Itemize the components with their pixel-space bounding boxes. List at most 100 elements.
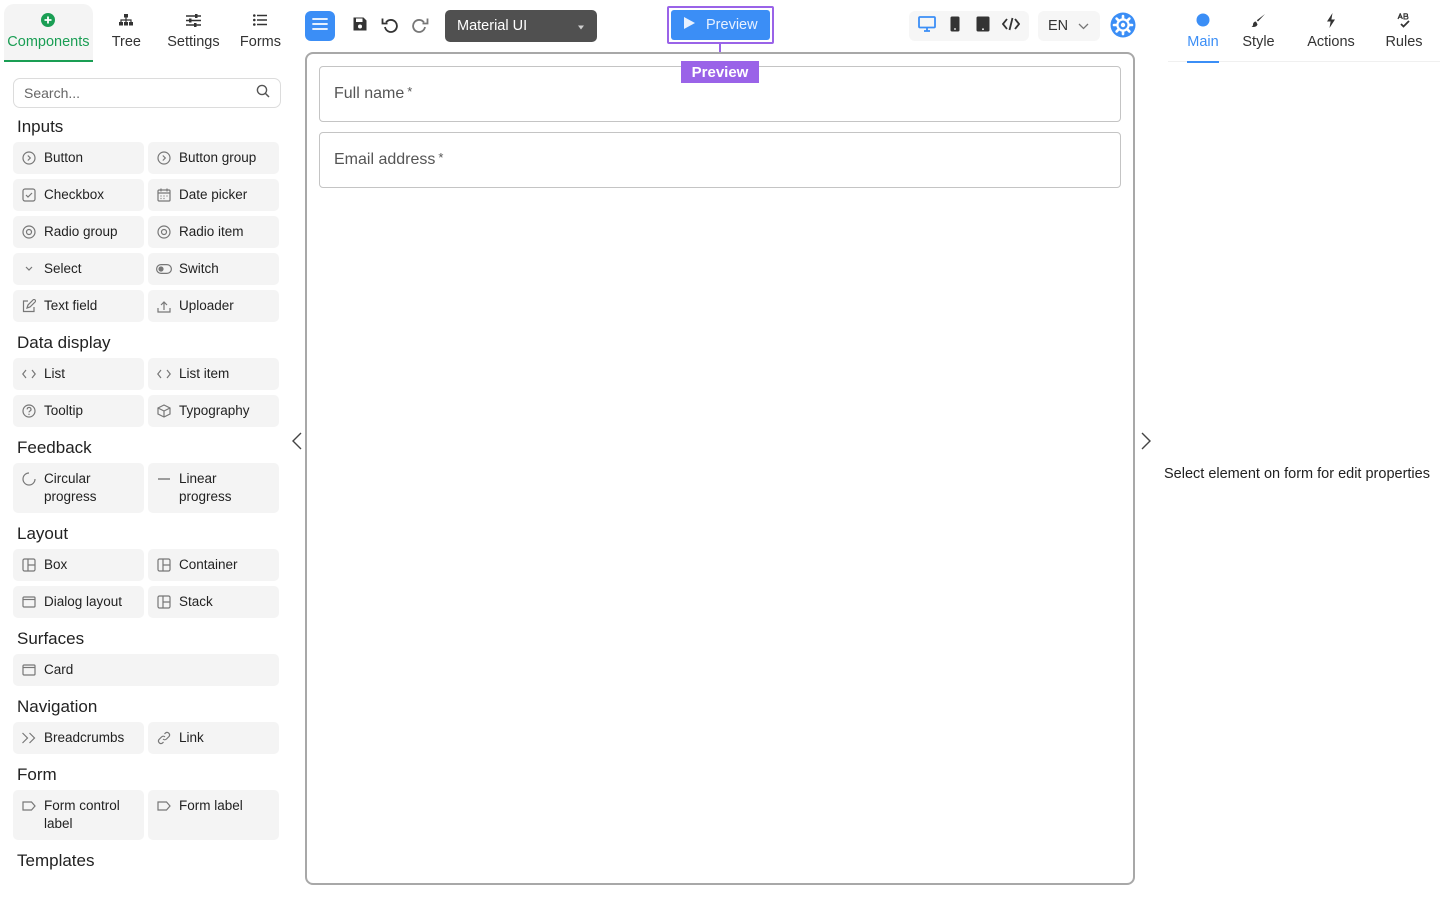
redo-button[interactable]: [408, 14, 432, 38]
group-title-navigation: Navigation: [17, 697, 98, 716]
group-title-form: Form: [17, 765, 57, 784]
tab-actions[interactable]: Actions: [1300, 4, 1362, 62]
form-canvas[interactable]: Full name * Email address *: [305, 52, 1135, 885]
component-text-field[interactable]: Text field: [13, 290, 144, 322]
tab-tree[interactable]: Tree: [93, 4, 160, 62]
email-address-field[interactable]: Email address *: [319, 132, 1121, 188]
component-breadcrumbs[interactable]: Breadcrumbs: [13, 722, 144, 754]
component-switch[interactable]: Switch: [148, 253, 279, 285]
list-icon: [253, 12, 268, 28]
component-tooltip[interactable]: Tooltip: [13, 395, 144, 427]
cube-icon: [156, 402, 172, 420]
radio-icon: [156, 223, 172, 241]
label-tag-icon: [21, 797, 37, 815]
component-button-group[interactable]: Button group: [148, 142, 279, 174]
tab-label: Tree: [111, 34, 141, 50]
radio-icon: [21, 223, 37, 241]
layout-icon: [156, 593, 172, 611]
desktop-view-button[interactable]: [915, 14, 939, 38]
component-circular-progress[interactable]: Circular progress: [13, 463, 144, 513]
checkbox-icon: [21, 186, 37, 204]
component-select[interactable]: Select: [13, 253, 144, 285]
group-title-layout: Layout: [17, 524, 69, 543]
search-icon[interactable]: [256, 84, 270, 103]
hamburger-icon: [312, 17, 328, 36]
tablet-icon: [976, 16, 990, 37]
field-label: Email address: [334, 151, 436, 168]
component-palette: Inputs Button Button group Checkbox Date…: [13, 112, 283, 875]
component-container[interactable]: Container: [148, 549, 279, 581]
group-title-inputs: Inputs: [17, 117, 64, 136]
component-list[interactable]: List: [13, 358, 144, 390]
menu-button[interactable]: [305, 11, 335, 41]
toggle-icon: [156, 260, 172, 278]
left-panel-tabs: Components Tree Settings Forms: [4, 4, 294, 62]
component-button[interactable]: Button: [13, 142, 144, 174]
component-radio-item[interactable]: Radio item: [148, 216, 279, 248]
tab-style[interactable]: Style: [1238, 4, 1279, 62]
component-typography[interactable]: Typography: [148, 395, 279, 427]
play-icon: [683, 16, 696, 34]
collapse-left-panel-button[interactable]: [287, 432, 305, 454]
language-value: EN: [1048, 18, 1069, 34]
rules-icon: [1396, 12, 1412, 28]
tab-label: Forms: [239, 34, 282, 50]
preview-button-label: Preview: [706, 17, 758, 33]
tab-label: Settings: [167, 34, 220, 50]
question-circle-icon: [21, 402, 37, 420]
component-form-control-label[interactable]: Form control label: [13, 790, 144, 840]
required-mark: *: [438, 149, 444, 165]
component-form-label[interactable]: Form label: [148, 790, 279, 840]
language-select[interactable]: EN: [1038, 11, 1100, 41]
component-stack[interactable]: Stack: [148, 586, 279, 618]
collapse-right-panel-button[interactable]: [1137, 432, 1155, 454]
component-dialog-layout[interactable]: Dialog layout: [13, 586, 144, 618]
code-view-button[interactable]: [999, 14, 1023, 38]
tab-rules[interactable]: Rules: [1381, 4, 1427, 62]
preview-highlight: Preview: [667, 6, 774, 44]
undo-button[interactable]: [378, 14, 402, 38]
tab-label: Main: [1187, 34, 1219, 50]
upload-icon: [156, 297, 172, 315]
component-uploader[interactable]: Uploader: [148, 290, 279, 322]
caret-down-icon: [577, 18, 585, 34]
link-icon: [156, 729, 172, 747]
gear-icon: [1110, 12, 1136, 42]
preview-button[interactable]: Preview: [671, 10, 770, 40]
mobile-view-button[interactable]: [943, 14, 967, 38]
component-radio-group[interactable]: Radio group: [13, 216, 144, 248]
code-brackets-icon: [21, 365, 37, 383]
double-chevron-right-icon: [21, 729, 37, 747]
theme-select[interactable]: Material UI: [445, 10, 597, 42]
layout-icon: [156, 556, 172, 574]
component-date-picker[interactable]: Date picker: [148, 179, 279, 211]
component-card[interactable]: Card: [13, 654, 279, 686]
spinner-icon: [21, 470, 37, 488]
chevron-right-icon: [1141, 432, 1152, 455]
sliders-icon: [185, 12, 201, 28]
tab-components[interactable]: Components: [4, 4, 93, 62]
circle-icon: [1196, 12, 1210, 28]
search-input[interactable]: [24, 85, 256, 101]
tab-main[interactable]: Main: [1168, 4, 1238, 63]
tablet-view-button[interactable]: [971, 14, 995, 38]
redo-icon: [411, 15, 429, 38]
theme-settings-button[interactable]: [1110, 12, 1136, 38]
chevron-down-icon: [1078, 18, 1089, 34]
chevron-left-icon: [291, 432, 302, 455]
button-icon: [21, 149, 37, 167]
chevron-down-icon: [21, 260, 37, 278]
desktop-icon: [918, 15, 936, 37]
tab-settings[interactable]: Settings: [160, 4, 227, 62]
save-button[interactable]: [348, 14, 372, 38]
field-label: Full name: [334, 85, 405, 102]
component-box[interactable]: Box: [13, 549, 144, 581]
tab-forms[interactable]: Forms: [227, 4, 294, 62]
label-tag-icon: [156, 797, 172, 815]
save-icon: [352, 16, 368, 37]
component-link[interactable]: Link: [148, 722, 279, 754]
component-linear-progress[interactable]: Linear progress: [148, 463, 279, 513]
component-checkbox[interactable]: Checkbox: [13, 179, 144, 211]
required-mark: *: [407, 83, 413, 99]
component-list-item[interactable]: List item: [148, 358, 279, 390]
